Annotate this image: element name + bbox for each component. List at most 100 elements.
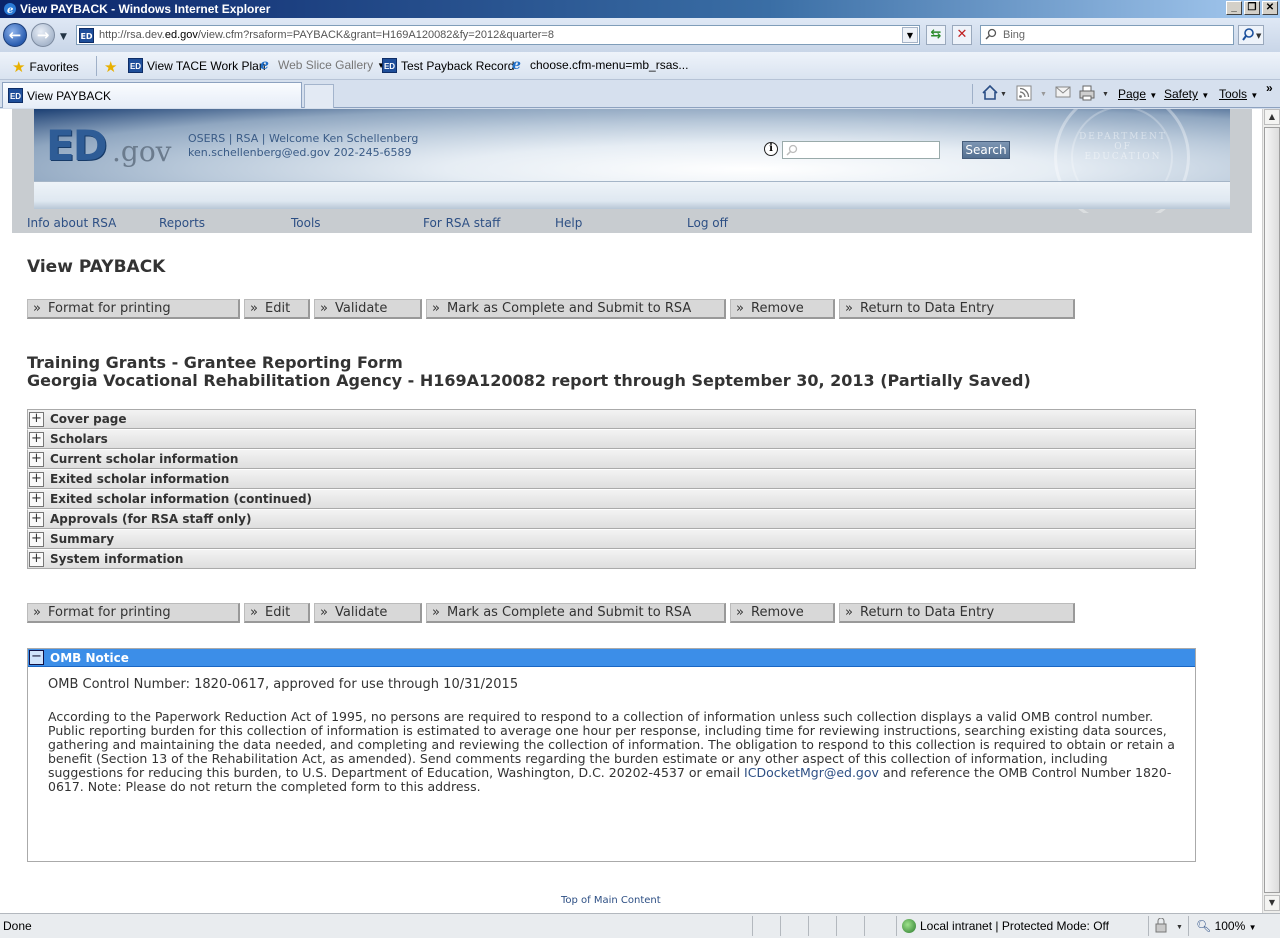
- nav-info-about-rsa[interactable]: Info about RSA: [27, 216, 116, 230]
- site-search-input[interactable]: [782, 141, 940, 159]
- header-banner: DEPARTMENT OF EDUCATION: [34, 109, 1230, 225]
- info-icon[interactable]: i: [764, 142, 778, 156]
- scroll-down-icon[interactable]: ▼: [1264, 895, 1280, 911]
- new-tab-button[interactable]: [304, 84, 334, 108]
- top-of-main-content-link[interactable]: Top of Main Content: [561, 895, 661, 906]
- collapse-icon[interactable]: −: [29, 650, 44, 665]
- history-dropdown-icon[interactable]: ▼: [60, 32, 67, 42]
- mark-complete-submit-button[interactable]: » Mark as Complete and Submit to RSA: [426, 299, 726, 319]
- ed-logo-gov[interactable]: .gov: [112, 135, 172, 168]
- close-window-button[interactable]: ✕: [1262, 1, 1278, 15]
- page-menu[interactable]: Page ▼: [1118, 87, 1157, 101]
- window-title-bar[interactable]: e View PAYBACK - Windows Internet Explor…: [0, 0, 1280, 18]
- browser-search-input[interactable]: Bing: [980, 25, 1234, 45]
- security-zone[interactable]: Local intranet | Protected Mode: Off: [902, 919, 1109, 933]
- expand-icon[interactable]: +: [29, 432, 44, 447]
- fav-view-tace-work-plan[interactable]: ED View TACE Work Plan: [128, 58, 266, 73]
- email-link[interactable]: ICDocketMgr@ed.gov: [744, 765, 879, 780]
- validate-button[interactable]: » Validate: [314, 603, 422, 623]
- remove-button[interactable]: » Remove: [730, 299, 835, 319]
- expand-icon[interactable]: +: [29, 452, 44, 467]
- address-input[interactable]: ED http://rsa.dev.ed.gov/view.cfm?rsafor…: [76, 25, 920, 45]
- expand-icon[interactable]: +: [29, 552, 44, 567]
- double-chevron-icon: »: [845, 301, 853, 316]
- section-exited-scholar-information-continued[interactable]: + Exited scholar information (continued): [27, 489, 1196, 509]
- feeds-button[interactable]: ▼: [1016, 84, 1048, 105]
- validate-button[interactable]: » Validate: [314, 299, 422, 319]
- expand-icon[interactable]: +: [29, 492, 44, 507]
- zoom-control[interactable]: 🔍︎ 100% ▼: [1196, 919, 1257, 933]
- ie-app-icon: e: [3, 2, 17, 16]
- tools-menu[interactable]: Tools ▼: [1219, 87, 1258, 101]
- window-title: View PAYBACK - Windows Internet Explorer: [20, 2, 271, 16]
- ie-icon: e: [260, 57, 269, 73]
- expand-icon[interactable]: +: [29, 532, 44, 547]
- add-to-favorites-bar-icon[interactable]: ★: [104, 58, 117, 76]
- restore-button[interactable]: ❐: [1244, 1, 1260, 15]
- status-bar: Done Local intranet | Protected Mode: Of…: [0, 913, 1280, 938]
- ed-logo[interactable]: ED: [46, 121, 108, 170]
- nav-tools[interactable]: Tools: [291, 216, 321, 230]
- omb-notice-text: According to the Paperwork Reduction Act…: [48, 709, 1175, 794]
- nav-reports[interactable]: Reports: [159, 216, 205, 230]
- tab-view-payback[interactable]: ED View PAYBACK: [2, 82, 302, 108]
- section-current-scholar-information[interactable]: + Current scholar information: [27, 449, 1196, 469]
- svg-text:▼: ▼: [1256, 32, 1262, 40]
- svg-text:e: e: [7, 5, 13, 16]
- home-button[interactable]: ▼: [981, 84, 1007, 105]
- forward-arrow-icon: →: [36, 26, 50, 44]
- expand-icon[interactable]: +: [29, 472, 44, 487]
- scroll-up-icon[interactable]: ▲: [1264, 109, 1280, 125]
- print-button[interactable]: ▼: [1078, 84, 1110, 105]
- fav-choose-cfm[interactable]: e choose.cfm-menu=mb_rsas...: [512, 58, 688, 72]
- double-chevron-icon: »: [736, 301, 744, 316]
- read-mail-button[interactable]: [1055, 85, 1071, 102]
- refresh-button[interactable]: ⇆: [926, 25, 946, 45]
- return-to-data-entry-button[interactable]: » Return to Data Entry: [839, 603, 1075, 623]
- toolbar-overflow-icon[interactable]: »: [1266, 81, 1273, 95]
- remove-button[interactable]: » Remove: [730, 603, 835, 623]
- section-cover-page[interactable]: + Cover page: [27, 409, 1196, 429]
- expand-icon[interactable]: +: [29, 512, 44, 527]
- section-approvals[interactable]: + Approvals (for RSA staff only): [27, 509, 1196, 529]
- protected-mode-icon[interactable]: ▼: [1154, 917, 1186, 937]
- scroll-thumb[interactable]: [1264, 127, 1280, 893]
- fav-test-payback-record[interactable]: ED Test Payback Record: [382, 58, 514, 73]
- omb-control-number: OMB Control Number: 1820-0617, approved …: [48, 677, 519, 692]
- back-button[interactable]: ←: [3, 23, 27, 47]
- section-system-information[interactable]: + System information: [27, 549, 1196, 569]
- double-chevron-icon: »: [33, 301, 41, 316]
- nav-log-off[interactable]: Log off: [687, 216, 728, 230]
- safety-menu[interactable]: Safety ▼: [1164, 87, 1209, 101]
- stop-button[interactable]: ✕: [952, 25, 972, 45]
- edit-button[interactable]: » Edit: [244, 603, 310, 623]
- section-scholars[interactable]: + Scholars: [27, 429, 1196, 449]
- nav-for-rsa-staff[interactable]: For RSA staff: [423, 216, 500, 230]
- nav-help[interactable]: Help: [555, 216, 582, 230]
- site-nav: Info about RSA Reports Tools For RSA sta…: [12, 213, 1252, 233]
- omb-notice-header[interactable]: − OMB Notice: [28, 649, 1195, 667]
- favorites-button[interactable]: ★ Favorites: [12, 58, 79, 76]
- edit-button[interactable]: » Edit: [244, 299, 310, 319]
- forward-button[interactable]: →: [31, 23, 55, 47]
- minimize-button[interactable]: _: [1226, 1, 1242, 15]
- cmdbar-separator: [972, 84, 973, 104]
- return-to-data-entry-button[interactable]: » Return to Data Entry: [839, 299, 1075, 319]
- double-chevron-icon: »: [320, 605, 328, 620]
- expand-icon[interactable]: +: [29, 412, 44, 427]
- section-summary[interactable]: + Summary: [27, 529, 1196, 549]
- omb-notice-title: OMB Notice: [50, 651, 129, 665]
- fav-web-slice-gallery[interactable]: e Web Slice Gallery ▼: [260, 58, 385, 72]
- address-dropdown-icon[interactable]: ▼: [902, 27, 918, 43]
- format-for-printing-button[interactable]: » Format for printing: [27, 603, 240, 623]
- vertical-scrollbar[interactable]: ▲ ▼: [1262, 109, 1280, 913]
- seal-text: DEPARTMENT OF EDUCATION: [1079, 132, 1167, 162]
- format-for-printing-button[interactable]: » Format for printing: [27, 299, 240, 319]
- double-chevron-icon: »: [845, 605, 853, 620]
- section-exited-scholar-information[interactable]: + Exited scholar information: [27, 469, 1196, 489]
- search-go-button[interactable]: ▼: [1238, 25, 1264, 45]
- mark-complete-submit-button[interactable]: » Mark as Complete and Submit to RSA: [426, 603, 726, 623]
- site-search-button[interactable]: Search: [962, 141, 1010, 159]
- chevron-down-icon: ▼: [1149, 91, 1158, 100]
- svg-text:▼: ▼: [1040, 91, 1047, 98]
